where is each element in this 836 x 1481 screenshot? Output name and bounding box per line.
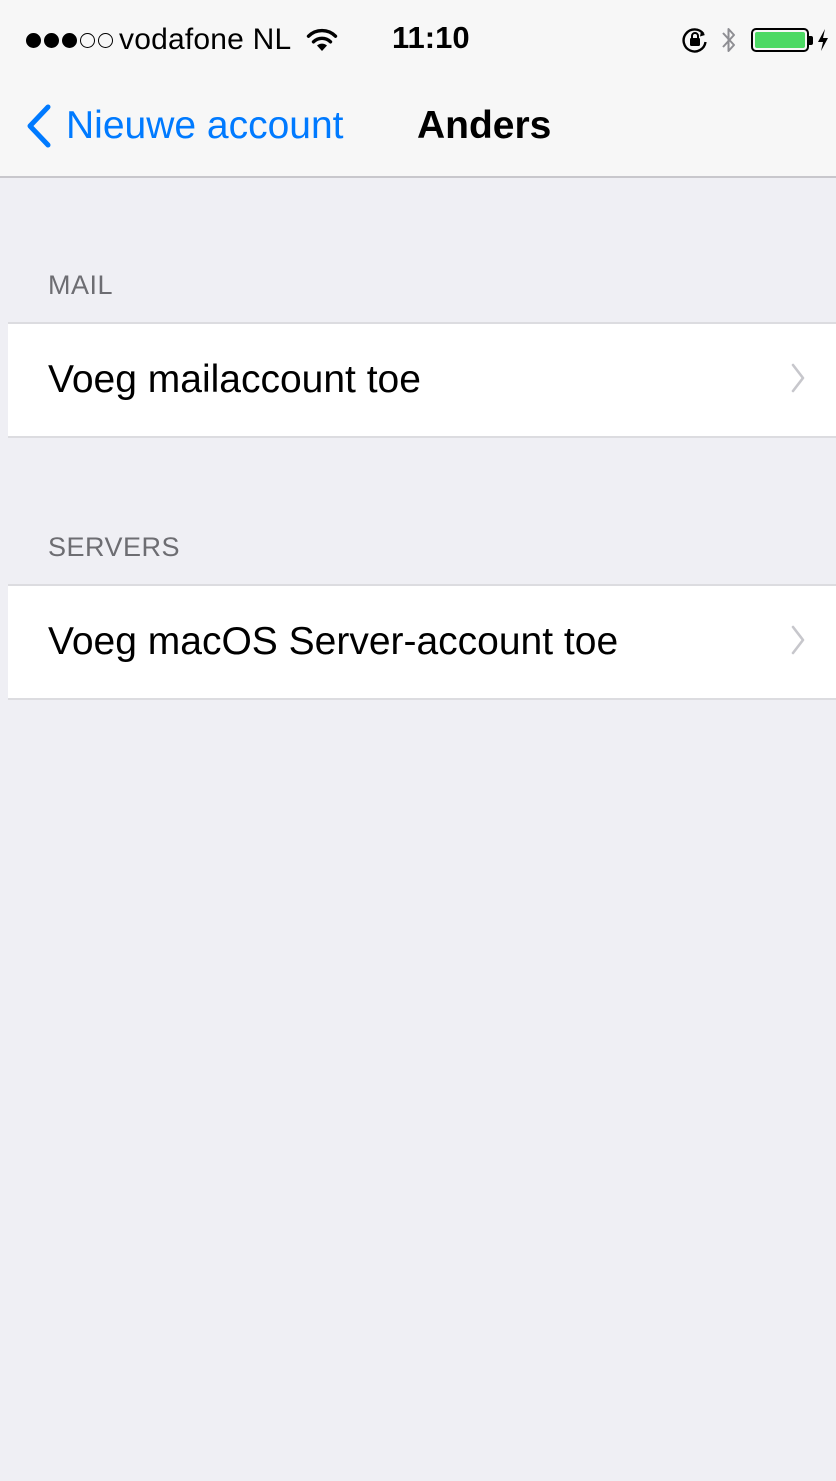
- carrier-name: vodafone NL: [119, 23, 292, 56]
- bluetooth-icon: [722, 28, 735, 52]
- status-left: vodafone NL: [26, 22, 339, 58]
- signal-strength-icon: [26, 32, 113, 48]
- back-button-label: Nieuwe account: [66, 104, 344, 147]
- row-label: Voeg macOS Server-account toe: [48, 620, 619, 663]
- charging-icon: [818, 29, 828, 51]
- battery-nub: [809, 35, 813, 45]
- back-button[interactable]: Nieuwe account: [26, 98, 344, 154]
- signal-dot: [44, 32, 59, 48]
- signal-dot: [26, 32, 41, 48]
- wifi-icon: [307, 28, 338, 51]
- status-right: [681, 22, 830, 58]
- orientation-lock-icon: [682, 28, 707, 53]
- chevron-left-icon: [27, 104, 51, 148]
- battery-fill: [755, 32, 805, 48]
- row-add-mail-account[interactable]: Voeg mailaccount toe: [8, 322, 836, 438]
- clock: 11:10: [392, 20, 470, 55]
- battery-body: [751, 28, 809, 52]
- page-title: Anders: [417, 104, 552, 147]
- row-label: Voeg mailaccount toe: [48, 358, 421, 401]
- battery-icon: [751, 28, 813, 52]
- signal-dot: [62, 32, 77, 48]
- status-bar: vodafone NL 11:10: [0, 0, 836, 80]
- section-header-mail: MAIL: [48, 270, 114, 300]
- signal-dot: [80, 32, 95, 48]
- section-header-servers: SERVERS: [48, 532, 181, 562]
- signal-dot: [98, 32, 113, 48]
- row-add-macos-server-account[interactable]: Voeg macOS Server-account toe: [8, 584, 836, 700]
- chevron-right-icon: [791, 625, 805, 655]
- chevron-right-icon: [791, 363, 805, 393]
- navigation-bar: Nieuwe account Anders: [0, 80, 836, 178]
